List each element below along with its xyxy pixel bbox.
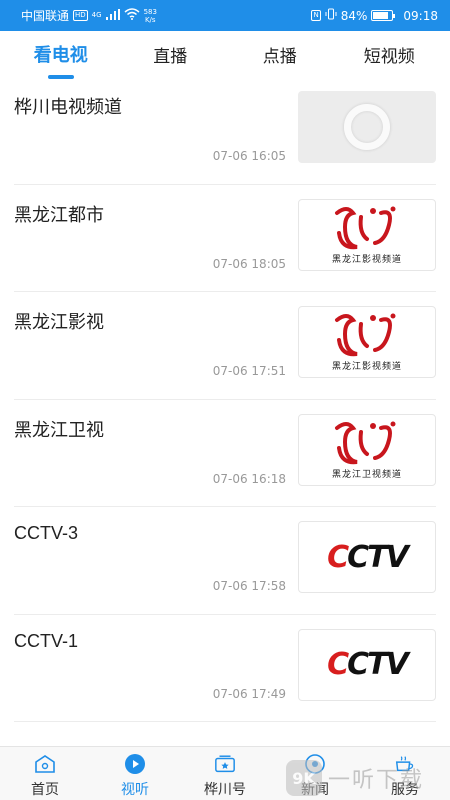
tab-short-video[interactable]: 短视频 [339, 42, 439, 67]
battery-percent: 84% [340, 8, 368, 23]
list-item[interactable]: CCTV-1 07-06 17:49 CCTV [14, 615, 436, 722]
net-speed-unit: K/s [144, 15, 156, 24]
hlj-logo-icon [335, 206, 396, 249]
channel-list: 桦川电视频道 07-06 16:05 黑龙江都市 07-06 18:05 黑龙江… [0, 77, 450, 722]
channel-time: 07-06 17:51 [212, 364, 286, 378]
tab-live[interactable]: 直播 [120, 42, 220, 67]
channel-thumbnail[interactable]: 黑龙江卫视频道 [298, 413, 436, 486]
nav-label: 首页 [31, 782, 59, 798]
channel-title: CCTV-3 [14, 523, 79, 543]
badge-icon [214, 753, 236, 775]
top-tab-bar: 看电视 直播 点播 短视频 [0, 31, 450, 79]
hd-badge: HD [73, 10, 88, 21]
list-item[interactable]: CCTV-3 07-06 17:58 CCTV [14, 507, 436, 615]
nav-label: 桦川号 [204, 782, 246, 798]
vibrate-icon [325, 8, 337, 23]
hlj-channel-logo: 黑龙江影视频道 [299, 307, 435, 377]
watermark: 9K 一听下载 [286, 758, 444, 798]
channel-title: 桦川电视频道 [14, 97, 122, 117]
nav-label: 视听 [121, 782, 149, 798]
loading-ring-icon [344, 104, 390, 150]
tab-label: 短视频 [363, 46, 415, 67]
tab-watch-tv[interactable]: 看电视 [11, 41, 111, 79]
play-icon [124, 753, 146, 775]
channel-thumbnail[interactable]: 黑龙江影视频道 [298, 306, 436, 378]
channel-time: 07-06 18:05 [212, 256, 286, 271]
list-item[interactable]: 黑龙江都市 07-06 18:05 黑龙江影视频道 [14, 185, 436, 292]
hlj-logo-icon [335, 313, 396, 357]
logo-caption: 黑龙江卫视频道 [331, 469, 402, 480]
nav-home[interactable]: 首页 [0, 747, 90, 799]
channel-thumbnail[interactable] [298, 91, 436, 163]
list-item[interactable]: 黑龙江卫视 07-06 16:18 黑龙江卫视频道 [14, 400, 436, 507]
channel-time: 07-06 17:58 [212, 579, 286, 593]
cctv-logo: CCTV [327, 539, 409, 575]
home-icon [34, 753, 56, 775]
logo-caption: 黑龙江影视频道 [331, 362, 402, 372]
clock: 09:18 [403, 8, 438, 23]
net-speed-value: 583 [143, 7, 157, 16]
nfc-icon: N [311, 10, 321, 21]
signal-icon [105, 8, 120, 23]
channel-time: 07-06 17:49 [212, 686, 286, 701]
channel-thumbnail[interactable]: CCTV [298, 521, 436, 593]
channel-thumbnail[interactable]: CCTV [298, 628, 436, 701]
hlj-channel-logo: 黑龙江卫视频道 [299, 415, 435, 485]
watermark-text: 一听下载 [328, 768, 425, 793]
hlj-channel-logo: 黑龙江影视频道 [299, 200, 435, 270]
cctv-logo: CCTV [327, 647, 409, 682]
channel-title: 黑龙江卫视 [14, 419, 104, 440]
network-type: 4G [91, 11, 102, 19]
tab-label: 点播 [262, 46, 297, 67]
channel-time: 07-06 16:05 [212, 149, 286, 163]
tab-on-demand[interactable]: 点播 [230, 42, 330, 67]
channel-title: CCTV-1 [14, 630, 79, 651]
channel-title: 黑龙江都市 [14, 204, 104, 225]
wifi-icon [124, 8, 140, 23]
nav-huachuan-account[interactable]: 桦川号 [180, 747, 270, 799]
channel-time: 07-06 16:18 [212, 471, 286, 486]
watermark-logo: 9K [286, 760, 322, 796]
battery-icon [371, 10, 396, 21]
carrier-label: 中国联通 [21, 9, 70, 23]
channel-title: 黑龙江影视 [14, 312, 104, 332]
tab-label: 看电视 [33, 45, 88, 66]
logo-caption: 黑龙江影视频道 [331, 254, 402, 265]
tab-label: 直播 [153, 46, 188, 67]
status-bar: 中国联通 HD 4G 583 K/s N 84% 09:18 [0, 0, 450, 31]
channel-thumbnail[interactable]: 黑龙江影视频道 [298, 198, 436, 271]
nav-media[interactable]: 视听 [90, 747, 180, 799]
net-speed: 583 K/s [144, 8, 157, 24]
hlj-logo-icon [335, 421, 396, 464]
list-item[interactable]: 桦川电视频道 07-06 16:05 [14, 77, 436, 185]
list-item[interactable]: 黑龙江影视 07-06 17:51 黑龙江影视频道 [14, 292, 436, 400]
